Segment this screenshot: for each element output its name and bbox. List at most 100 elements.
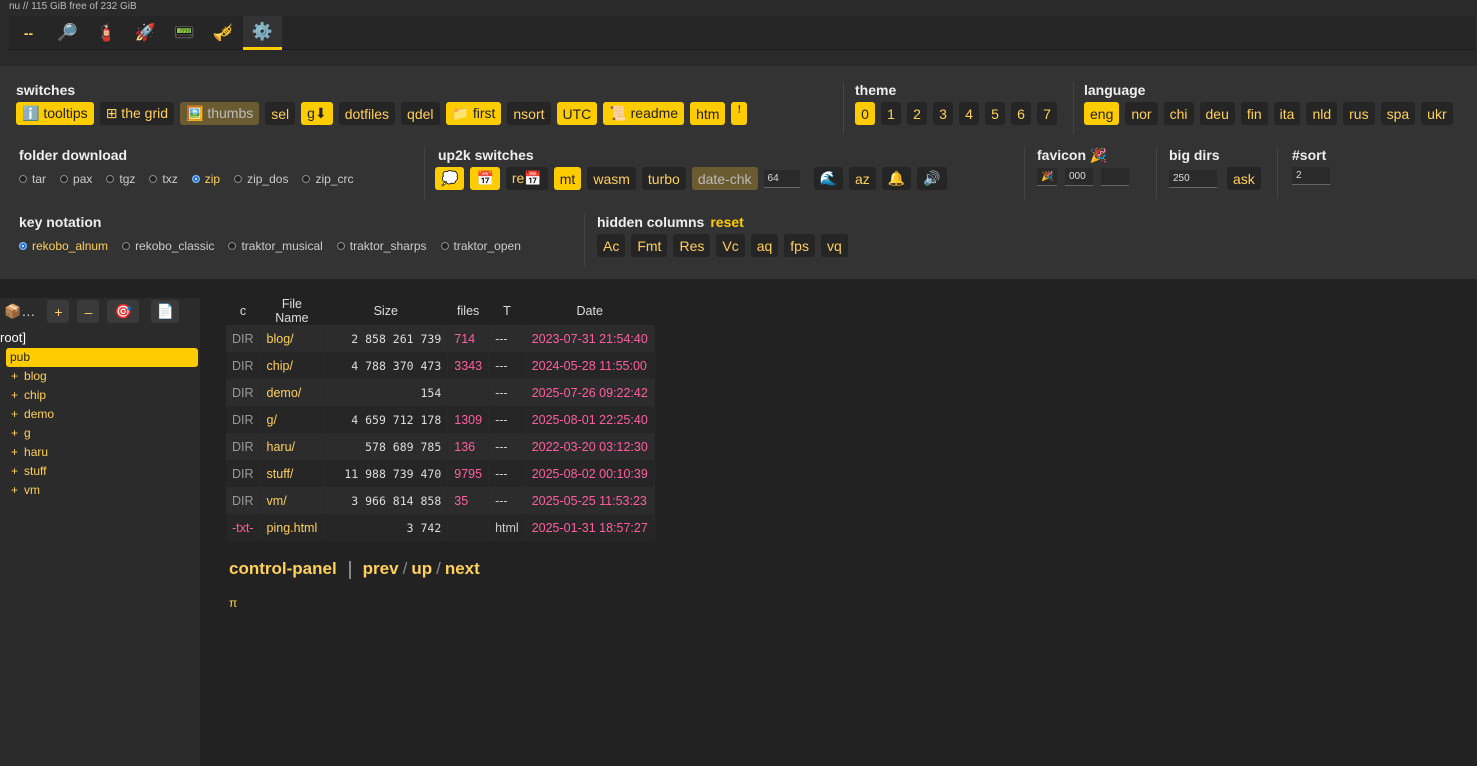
- grid-toggle[interactable]: ⊞ the grid: [99, 102, 175, 125]
- col-fmt-button[interactable]: Fmt: [631, 234, 668, 257]
- reset-columns-button[interactable]: reset: [710, 214, 743, 230]
- table-row[interactable]: DIR chip/ 4 788 370 473 3343 --- 2024-05…: [226, 352, 655, 379]
- up2k-chat-toggle[interactable]: 💭: [435, 167, 465, 190]
- col-fps-button[interactable]: fps: [784, 234, 815, 257]
- tree-item-stuff[interactable]: + stuff: [6, 462, 198, 481]
- lang-nor[interactable]: nor: [1125, 102, 1158, 125]
- lang-deu[interactable]: deu: [1199, 102, 1235, 125]
- prev-link[interactable]: prev: [363, 559, 399, 578]
- control-panel-link[interactable]: control-panel: [229, 559, 337, 578]
- table-row[interactable]: DIR vm/ 3 966 814 858 35 --- 2025-05-25 …: [226, 487, 655, 514]
- tree-root[interactable]: root]: [0, 330, 26, 345]
- col-vc-button[interactable]: Vc: [716, 234, 745, 257]
- tree-item-pub[interactable]: pub: [6, 348, 198, 367]
- theme-6[interactable]: 6: [1011, 102, 1031, 125]
- table-row[interactable]: DIR g/ 4 659 712 178 1309 --- 2025-08-01…: [226, 406, 655, 433]
- key-rekobo-alnum-radio[interactable]: rekobo_alnum: [19, 239, 108, 253]
- qdel-toggle[interactable]: qdel: [401, 102, 440, 125]
- col-ac-button[interactable]: Ac: [597, 234, 626, 257]
- tab-dash[interactable]: --: [9, 16, 48, 50]
- tree-target-button[interactable]: 🎯: [107, 300, 140, 323]
- next-link[interactable]: next: [445, 559, 480, 578]
- cell-name[interactable]: chip/: [260, 352, 325, 379]
- tree-item-chip[interactable]: + chip: [6, 386, 198, 405]
- theme-7[interactable]: 7: [1037, 102, 1057, 125]
- cell-name[interactable]: vm/: [260, 487, 325, 514]
- dl-zip-crc-radio[interactable]: zip_crc: [302, 172, 353, 186]
- tab-search[interactable]: 🔎: [48, 16, 87, 50]
- plus-icon[interactable]: +: [11, 464, 18, 478]
- table-row[interactable]: DIR blog/ 2 858 261 739 714 --- 2023-07-…: [226, 325, 655, 352]
- up2k-bell-toggle[interactable]: 🔔: [881, 167, 912, 190]
- plus-icon[interactable]: +: [11, 445, 18, 459]
- lang-fin[interactable]: fin: [1240, 102, 1268, 125]
- special-toggle[interactable]: ꜝ: [731, 102, 748, 125]
- sel-toggle[interactable]: sel: [265, 102, 296, 125]
- key-traktor-musical-radio[interactable]: traktor_musical: [228, 239, 323, 253]
- big-dirs-input[interactable]: [1169, 169, 1217, 188]
- gdown-toggle[interactable]: g⬇: [301, 102, 333, 125]
- dl-tar-radio[interactable]: tar: [19, 172, 46, 186]
- up2k-wasm-toggle[interactable]: wasm: [587, 167, 636, 190]
- theme-4[interactable]: 4: [959, 102, 979, 125]
- dl-txz-radio[interactable]: txz: [149, 172, 178, 186]
- theme-3[interactable]: 3: [933, 102, 953, 125]
- utc-toggle[interactable]: UTC: [556, 102, 598, 125]
- thumbs-toggle[interactable]: 🖼️ thumbs: [180, 102, 260, 125]
- tab-extinguisher[interactable]: 🧯: [87, 16, 126, 50]
- big-dirs-ask-button[interactable]: ask: [1227, 167, 1261, 190]
- theme-0[interactable]: 0: [855, 102, 875, 125]
- theme-5[interactable]: 5: [985, 102, 1005, 125]
- up2k-threads-input[interactable]: [763, 169, 800, 188]
- lang-ukr[interactable]: ukr: [1421, 102, 1453, 125]
- tree-item-demo[interactable]: + demo: [6, 405, 198, 424]
- col-header-size[interactable]: Size: [324, 297, 448, 325]
- favicon-emoji-input[interactable]: [1037, 168, 1057, 186]
- col-res-button[interactable]: Res: [673, 234, 711, 257]
- nsort-toggle[interactable]: nsort: [507, 102, 551, 125]
- up2k-sound-toggle[interactable]: 🔊: [917, 167, 947, 190]
- lang-rus[interactable]: rus: [1343, 102, 1375, 125]
- cell-name[interactable]: demo/: [260, 379, 325, 406]
- col-vq-button[interactable]: vq: [820, 234, 848, 257]
- tooltips-toggle[interactable]: ℹ️ tooltips: [16, 102, 94, 125]
- theme-2[interactable]: 2: [907, 102, 927, 125]
- pi-symbol[interactable]: π: [229, 596, 237, 610]
- up2k-mt-toggle[interactable]: mt: [553, 167, 582, 190]
- up2k-az-toggle[interactable]: az: [848, 167, 876, 190]
- table-row[interactable]: DIR demo/ 154 --- 2025-07-26 09:22:42: [226, 379, 655, 406]
- up2k-re-calendar-toggle[interactable]: re📅: [505, 167, 548, 190]
- up-link[interactable]: up: [411, 559, 432, 578]
- up2k-flow-toggle[interactable]: 🌊: [813, 167, 843, 190]
- table-row[interactable]: DIR haru/ 578 689 785 136 --- 2022-03-20…: [226, 433, 655, 460]
- tab-rocket[interactable]: 🚀: [126, 16, 165, 50]
- up2k-calendar-toggle[interactable]: 📅: [470, 167, 500, 190]
- lang-eng[interactable]: eng: [1084, 102, 1120, 125]
- lang-chi[interactable]: chi: [1163, 102, 1194, 125]
- lang-spa[interactable]: spa: [1380, 102, 1416, 125]
- up2k-turbo-toggle[interactable]: turbo: [641, 167, 686, 190]
- lang-nld[interactable]: nld: [1306, 102, 1338, 125]
- dirs-first-toggle[interactable]: 📁 first: [445, 102, 502, 125]
- cell-name[interactable]: blog/: [260, 325, 325, 352]
- tree-expand-button[interactable]: +: [47, 300, 70, 323]
- col-aq-button[interactable]: aq: [750, 234, 779, 257]
- dotfiles-toggle[interactable]: dotfiles: [338, 102, 396, 125]
- cell-name[interactable]: stuff/: [260, 460, 325, 487]
- tab-trumpet[interactable]: 🎺: [204, 16, 243, 50]
- tree-item-g[interactable]: + g: [6, 424, 198, 443]
- readme-toggle[interactable]: 📜 readme: [603, 102, 685, 125]
- cell-name[interactable]: haru/: [260, 433, 325, 460]
- plus-icon[interactable]: +: [11, 369, 18, 383]
- col-header-name[interactable]: File Name: [260, 297, 324, 325]
- col-header-files[interactable]: files: [448, 297, 489, 325]
- dl-tgz-radio[interactable]: tgz: [106, 172, 135, 186]
- plus-icon[interactable]: +: [11, 407, 18, 421]
- tree-collapse-button[interactable]: –: [77, 300, 100, 323]
- dl-zip-radio[interactable]: zip: [191, 172, 220, 186]
- tab-pager[interactable]: 📟: [165, 16, 204, 50]
- sort-input[interactable]: [1292, 167, 1330, 185]
- col-header-date[interactable]: Date: [525, 297, 654, 325]
- dl-zip-dos-radio[interactable]: zip_dos: [234, 172, 288, 186]
- key-rekobo-classic-radio[interactable]: rekobo_classic: [122, 239, 214, 253]
